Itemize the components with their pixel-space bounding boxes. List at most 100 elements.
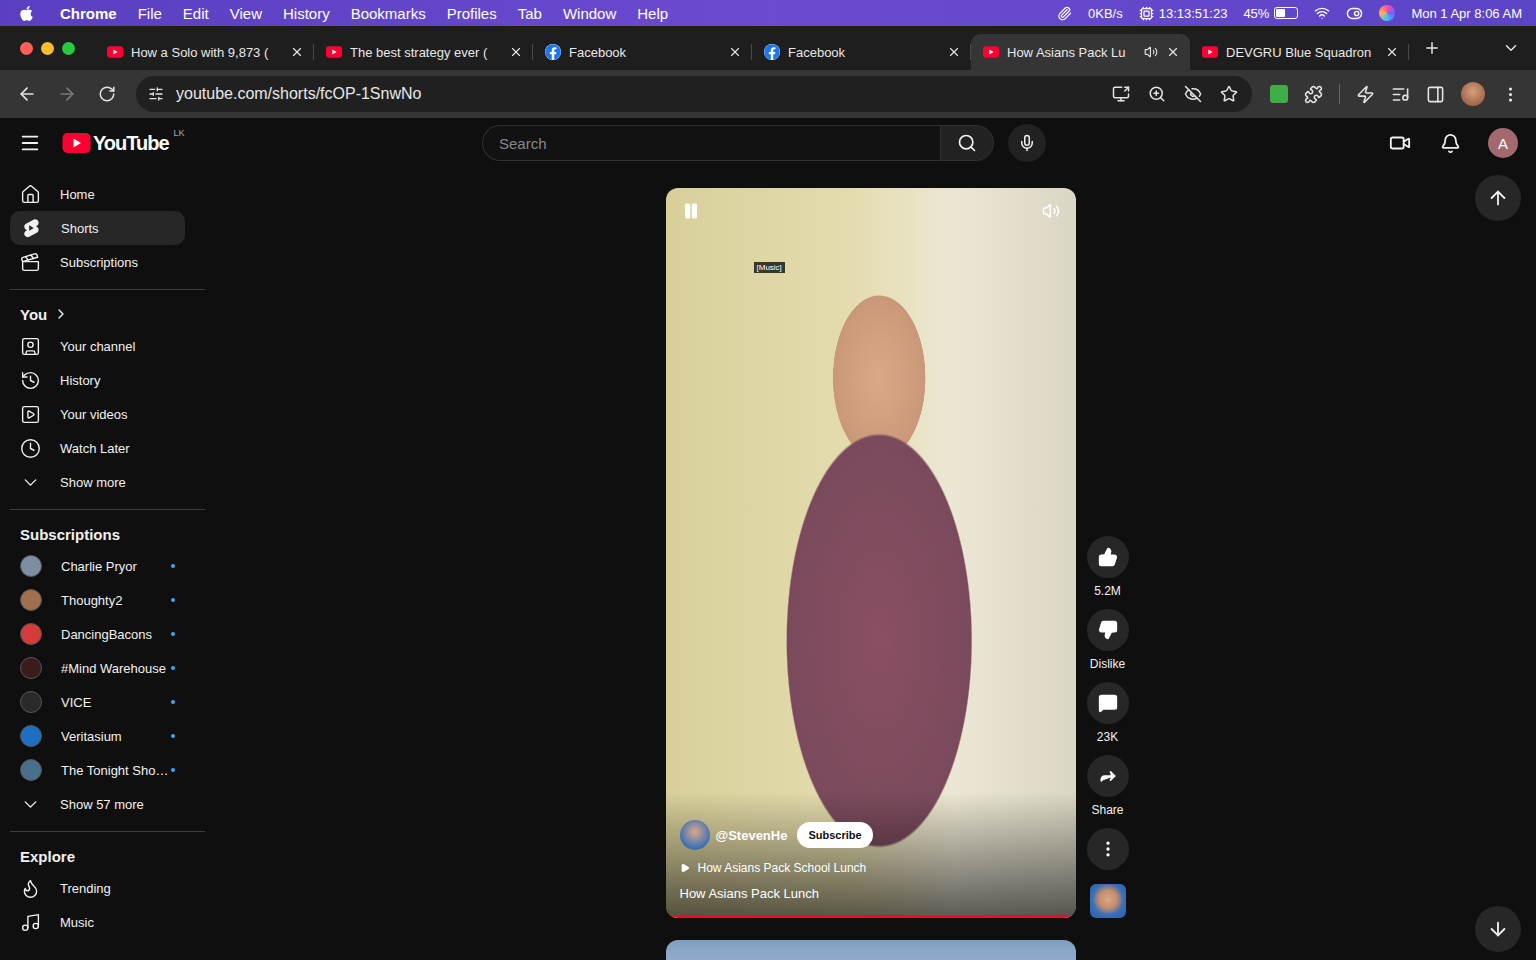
pause-icon[interactable] [682,202,700,220]
close-tab-icon[interactable] [509,45,523,59]
subscription-item[interactable]: Charlie Pryor [10,549,185,583]
address-bar[interactable]: youtube.com/shorts/fcOP-1SnwNo [136,76,1252,112]
more-button[interactable] [1087,828,1129,870]
browser-tab[interactable]: How a Solo with 9,873 ( [95,34,314,70]
sidebar-item[interactable]: Home [10,177,185,211]
install-app-icon[interactable] [1112,85,1130,103]
create-button[interactable] [1380,123,1420,163]
share-button[interactable] [1087,755,1129,797]
youtube-logo[interactable]: YouTubeLK [62,132,185,155]
subscription-item[interactable]: Veritasium [10,719,185,753]
more-vertical-icon[interactable] [1501,85,1520,104]
zoom-window-button[interactable] [62,42,75,55]
search-button[interactable] [940,125,994,161]
browser-tab[interactable]: The best strategy ever ( [314,34,533,70]
search-input[interactable] [497,134,926,153]
browser-tab[interactable]: Facebook [752,34,971,70]
eye-off-icon[interactable] [1184,85,1202,103]
menu-item[interactable]: Profiles [447,5,497,22]
next-short-button[interactable] [1475,906,1521,952]
siri-icon[interactable] [1379,5,1395,21]
volume-icon[interactable] [1042,202,1060,220]
menu-item[interactable]: Bookmarks [351,5,426,22]
sidebar-item[interactable]: Trending [10,871,185,905]
tab-search-button[interactable] [1496,33,1526,63]
you-heading[interactable]: You [10,299,185,329]
close-window-button[interactable] [20,42,33,55]
back-button[interactable] [10,77,44,111]
channel-avatar[interactable] [680,820,710,850]
close-tab-icon[interactable] [728,45,742,59]
app-menu[interactable]: Chrome [60,5,117,22]
minimize-window-button[interactable] [41,42,54,55]
timer-status[interactable]: 13:13:51:23 [1139,6,1228,21]
facebook-favicon [764,44,780,60]
account-avatar[interactable]: A [1488,128,1518,158]
dislike-button[interactable] [1087,609,1129,651]
sidebar-item[interactable]: Watch Later [10,431,185,465]
like-button[interactable] [1087,536,1129,578]
voice-search-button[interactable] [1008,124,1046,162]
browser-tab[interactable]: How Asians Pack Lu [971,34,1190,70]
show-more-subscriptions[interactable]: Show 57 more [10,787,185,821]
facebook-icon [764,44,780,60]
side-panel-icon[interactable] [1426,85,1445,104]
menu-item[interactable]: View [230,5,262,22]
sidebar-item[interactable]: Your channel [10,329,185,363]
close-tab-icon[interactable] [290,45,304,59]
control-center-icon[interactable] [1346,5,1363,22]
close-tab-icon[interactable] [1385,45,1399,59]
subscription-item[interactable]: Thoughty2 [10,583,185,617]
subscription-item[interactable]: DancingBacons [10,617,185,651]
short-video[interactable]: [Music]@StevenHeSubscribeHow Asians Pack… [666,188,1076,918]
progress-bar[interactable] [666,915,1076,918]
browser-tab[interactable]: DEVGRU Blue Squadron [1190,34,1409,70]
close-tab-icon[interactable] [947,45,961,59]
menu-item[interactable]: Help [637,5,668,22]
browser-tab[interactable]: Facebook [533,34,752,70]
green-extension-icon[interactable] [1270,85,1288,103]
linked-video[interactable]: How Asians Pack School Lunch [680,861,1062,875]
wifi-icon[interactable] [1314,5,1330,21]
sidebar-item[interactable]: Show more [10,465,185,499]
paperclip-icon[interactable] [1057,6,1072,21]
channel-handle[interactable]: @StevenHe [716,828,788,843]
subscription-item[interactable]: The Tonight Sho… [10,753,185,787]
audio-playing-icon[interactable] [1144,45,1158,59]
channel-avatar [20,623,42,645]
menu-item[interactable]: Tab [518,5,542,22]
forward-button[interactable] [50,77,84,111]
new-tab-button[interactable] [1417,33,1447,63]
menu-item[interactable]: File [138,5,162,22]
sidebar-item[interactable]: Your videos [10,397,185,431]
bolt-icon[interactable] [1356,85,1375,104]
guide-button[interactable] [10,123,50,163]
menu-item[interactable]: History [283,5,330,22]
region-code: LK [174,128,185,138]
sidebar-item[interactable]: History [10,363,185,397]
comments-button[interactable] [1087,682,1129,724]
subscription-item[interactable]: VICE [10,685,185,719]
zoom-icon[interactable] [1148,85,1166,103]
sidebar-item[interactable]: Music [10,905,185,939]
next-short-preview[interactable] [666,940,1076,960]
previous-short-button[interactable] [1475,175,1521,221]
bookmark-star-icon[interactable] [1220,85,1238,103]
channel-thumbnail[interactable] [1090,884,1126,918]
apple-icon[interactable] [18,5,35,22]
notifications-button[interactable] [1430,123,1470,163]
new-content-dot [171,598,175,602]
media-control-icon[interactable] [1391,85,1410,104]
site-info-icon[interactable] [148,86,164,102]
menu-item[interactable]: Window [563,5,616,22]
puzzle-icon[interactable] [1304,85,1323,104]
profile-avatar[interactable] [1461,82,1485,106]
subscription-item[interactable]: #Mind Warehouse [10,651,185,685]
battery-status[interactable]: 45% [1243,6,1298,21]
close-tab-icon[interactable] [1166,45,1180,59]
subscribe-button[interactable]: Subscribe [797,822,872,848]
sidebar-item[interactable]: Subscriptions [10,245,185,279]
reload-button[interactable] [90,77,124,111]
menu-item[interactable]: Edit [183,5,209,22]
sidebar-item[interactable]: Shorts [10,211,185,245]
